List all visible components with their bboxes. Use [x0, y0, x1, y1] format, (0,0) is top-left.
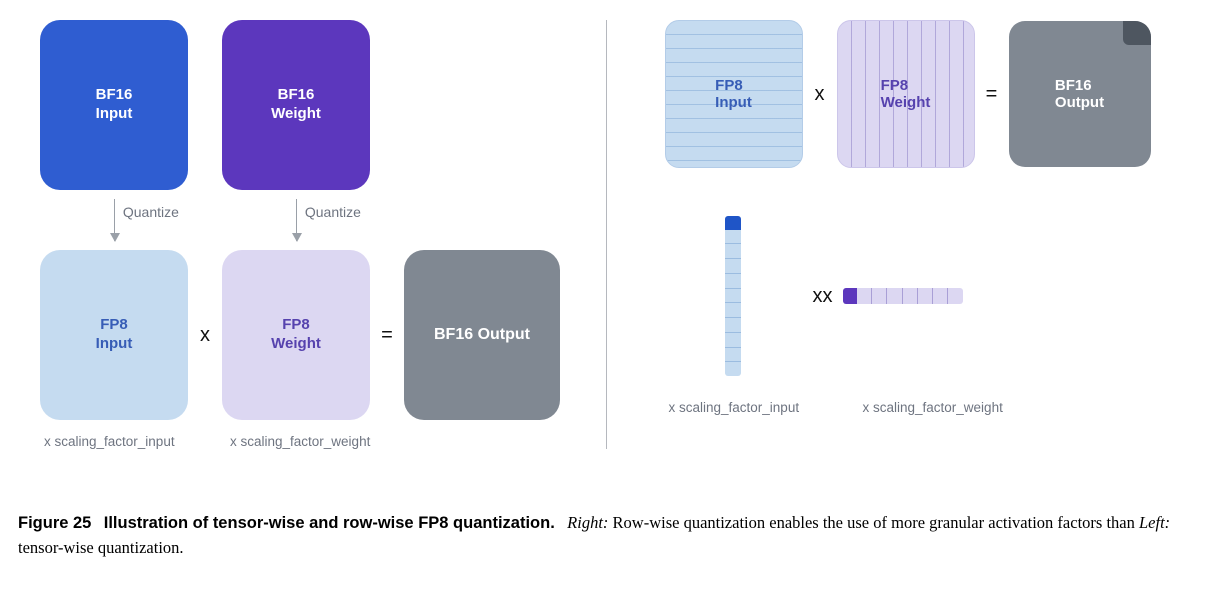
fp8-input-label: FP8 Input — [96, 316, 133, 354]
times-operator: x — [803, 83, 837, 106]
quantize-label-weight: Quantize — [305, 204, 361, 220]
figure-number: Figure 25 — [18, 514, 91, 532]
equals-operator: = — [370, 324, 404, 347]
quantize-label-input: Quantize — [123, 204, 179, 220]
fp8-input-box: FP8 Input — [40, 250, 188, 420]
figure-title: Illustration of tensor-wise and row-wise… — [104, 514, 555, 532]
arrow-down-icon — [114, 199, 115, 241]
bf16-weight-box: BF16 Weight — [222, 20, 370, 190]
scaling-factor-input-label: x scaling_factor_input — [665, 400, 839, 415]
fp8-weight-label: FP8 Weight — [881, 77, 931, 111]
left-panel-tensorwise: BF16 Input BF16 Weight Quantize Quantize — [18, 20, 598, 449]
fp8-weight-striped-box: FP8 Weight — [837, 20, 975, 168]
fp8-weight-box: FP8 Weight — [222, 250, 370, 420]
panel-divider — [606, 20, 607, 449]
times-operator: x — [188, 324, 222, 347]
bf16-input-box: BF16 Input — [40, 20, 188, 190]
bf16-weight-label: BF16 Weight — [271, 86, 321, 124]
scaling-factor-weight-label: x scaling_factor_weight — [839, 400, 1063, 415]
right-panel-rowwise: FP8 Input x FP8 Weight = BF16 Output — [615, 20, 1195, 449]
fp8-input-label: FP8 Input — [715, 77, 752, 111]
quantize-arrow-weight: Quantize — [222, 190, 370, 250]
figure-caption: Figure 25 Illustration of tensor-wise an… — [18, 511, 1194, 560]
quantize-arrow-input: Quantize — [40, 190, 188, 250]
bf16-output-box: BF16 Output — [1009, 21, 1151, 167]
scaling-factor-input-label: x scaling_factor_input — [40, 434, 192, 449]
corner-fold-icon — [1123, 21, 1151, 45]
arrow-down-icon — [296, 199, 297, 241]
times-operator: x — [823, 285, 833, 308]
fp8-quantization-figure: BF16 Input BF16 Weight Quantize Quantize — [18, 20, 1194, 449]
fp8-weight-label: FP8 Weight — [271, 316, 321, 354]
fp8-input-striped-box: FP8 Input — [665, 20, 803, 168]
bf16-input-label: BF16 Input — [96, 86, 133, 124]
caption-right-text: Row-wise quantization enables the use of… — [613, 513, 1139, 532]
bf16-output-box: BF16 Output — [404, 250, 560, 420]
caption-left-text: tensor-wise quantization. — [18, 538, 184, 557]
scaling-row-vector — [843, 288, 963, 304]
caption-left-label: Left: — [1139, 513, 1170, 532]
scaling-factor-weight-label: x scaling_factor_weight — [226, 434, 378, 449]
equals-operator: = — [975, 83, 1009, 106]
bf16-output-label: BF16 Output — [1055, 77, 1104, 111]
caption-right-label: Right: — [567, 513, 608, 532]
scaling-column-vector — [725, 216, 741, 376]
bf16-output-label: BF16 Output — [434, 325, 530, 345]
